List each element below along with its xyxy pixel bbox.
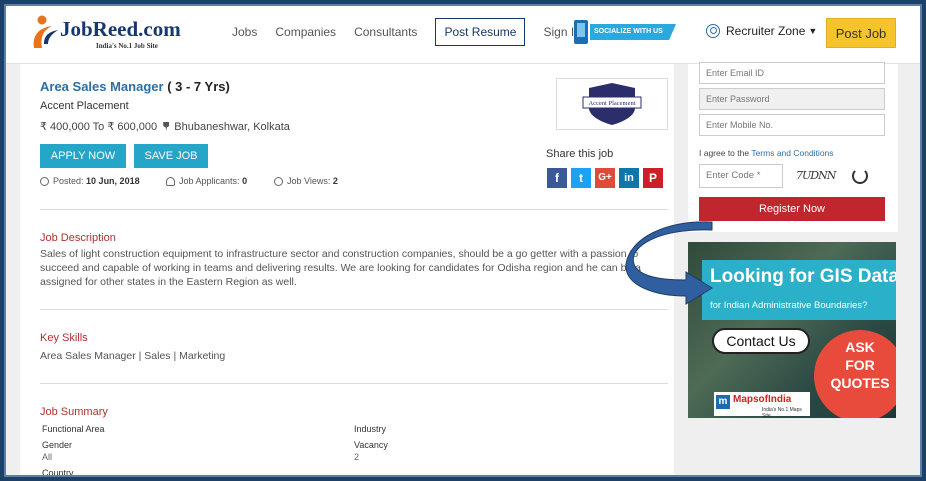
browser-frame: JobReed.com India's No.1 Job Site Jobs C… xyxy=(4,4,922,477)
posted-label: Posted: xyxy=(53,176,84,186)
twitter-icon[interactable]: t xyxy=(571,168,591,188)
summary-item: Functional Area xyxy=(42,424,105,436)
post-job-button[interactable]: Post Job xyxy=(826,18,896,48)
nav-post-resume[interactable]: Post Resume xyxy=(435,18,526,46)
summary-label: Functional Area xyxy=(42,424,105,434)
company-logo-text: Accent Placement xyxy=(588,100,635,107)
register-now-button[interactable]: Register Now xyxy=(699,197,885,221)
summary-label: Vacancy xyxy=(354,440,388,450)
job-summary-title: Job Summary xyxy=(40,406,108,418)
mapsofindia-brand: MapsofIndia xyxy=(733,394,792,405)
facebook-icon[interactable]: f xyxy=(547,168,567,188)
summary-value: All xyxy=(42,452,53,462)
summary-label: Country xyxy=(42,468,74,477)
ad-quote-line: QUOTES xyxy=(830,375,890,391)
job-description-text: Sales of light construction equipment to… xyxy=(40,248,642,288)
salary-location-row: ₹ 400,000 To ₹ 600,000 Bhubaneshwar, Kol… xyxy=(40,120,290,133)
share-label: Share this job xyxy=(546,148,614,160)
site-header: JobReed.com India's No.1 Job Site Jobs C… xyxy=(6,6,920,64)
gis-data-ad[interactable]: Looking for GIS Data for Indian Administ… xyxy=(688,242,896,418)
location-pin-icon xyxy=(163,122,170,131)
ad-contact-button[interactable]: Contact Us xyxy=(712,328,810,354)
salary-range: ₹ 400,000 To ₹ 600,000 xyxy=(40,121,158,133)
apply-now-button[interactable]: APPLY NOW xyxy=(40,144,126,168)
summary-item: Gender All xyxy=(42,440,72,462)
refresh-icon[interactable] xyxy=(852,168,868,184)
site-logo[interactable]: JobReed.com India's No.1 Job Site xyxy=(30,12,200,54)
company-name: Accent Placement xyxy=(40,100,129,112)
key-skills-text: Area Sales Manager | Sales | Marketing xyxy=(40,350,226,362)
company-logo-box[interactable]: Accent Placement xyxy=(556,78,668,130)
captcha-code-field[interactable]: Enter Code * xyxy=(699,164,783,188)
ad-headline: Looking for GIS Data xyxy=(710,266,896,287)
main-nav: Jobs Companies Consultants Post Resume S… xyxy=(232,18,599,46)
views-meta: Job Views: 2 xyxy=(274,176,338,186)
mobile-phone-icon xyxy=(574,20,588,44)
recruiter-zone-dropdown[interactable]: Recruiter Zone ▼ xyxy=(706,24,817,38)
user-icon xyxy=(166,176,175,186)
summary-label: Industry xyxy=(354,424,387,434)
socialize-button[interactable]: SOCIALIZE WITH US xyxy=(574,20,676,44)
google-plus-icon[interactable]: G+ xyxy=(595,168,615,188)
applicants-meta: Job Applicants: 0 xyxy=(166,176,247,186)
divider xyxy=(40,383,668,384)
mapsofindia-logo: m MapsofIndia India's No.1 Maps Site xyxy=(714,392,810,418)
job-detail-card: Area Sales Manager ( 3 - 7 Yrs) Accent P… xyxy=(20,64,674,477)
key-skills-title: Key Skills xyxy=(40,332,88,344)
agree-text: I agree to the xyxy=(699,148,750,158)
clock-icon xyxy=(40,176,49,186)
job-location: Bhubaneshwar, Kolkata xyxy=(174,121,290,133)
ad-quote-line: FOR xyxy=(845,357,875,373)
summary-item: Country xyxy=(42,468,74,477)
search-icon xyxy=(274,176,283,186)
mapsofindia-m-icon: m xyxy=(716,395,730,409)
applicants-count: 0 xyxy=(242,176,248,186)
posted-date: 10 Jun, 2018 xyxy=(86,176,140,186)
nav-consultants[interactable]: Consultants xyxy=(354,19,417,45)
ad-ask-quotes-badge[interactable]: ASK FOR QUOTES xyxy=(814,330,896,418)
nav-jobs[interactable]: Jobs xyxy=(232,19,257,45)
share-icons: f t G+ in P xyxy=(547,168,667,188)
nav-companies[interactable]: Companies xyxy=(275,19,336,45)
password-field[interactable]: Enter Password xyxy=(699,88,885,110)
summary-label: Gender xyxy=(42,440,73,450)
terms-agreement: I agree to the Terms and Conditions xyxy=(699,148,834,158)
job-title-row: Area Sales Manager ( 3 - 7 Yrs) xyxy=(40,79,230,94)
terms-link[interactable]: Terms and Conditions xyxy=(751,148,833,158)
job-title-link[interactable]: Area Sales Manager xyxy=(40,79,164,94)
job-experience: ( 3 - 7 Yrs) xyxy=(167,79,230,94)
register-form: Enter Email ID Enter Password Enter Mobi… xyxy=(688,62,898,232)
captcha-image: 7UDNN xyxy=(796,169,836,182)
divider xyxy=(40,209,668,210)
recruiter-zone-label: Recruiter Zone xyxy=(726,24,806,38)
email-field[interactable]: Enter Email ID xyxy=(699,62,885,84)
brand-tagline: India's No.1 Job Site xyxy=(96,42,158,50)
pinterest-icon[interactable]: P xyxy=(643,168,663,188)
posted-date-meta: Posted: 10 Jun, 2018 xyxy=(40,176,140,186)
ad-quote-line: ASK xyxy=(845,339,875,355)
views-label: Job Views: xyxy=(287,176,331,186)
logo-figure-icon xyxy=(33,15,58,48)
summary-value: 2 xyxy=(354,452,360,462)
views-count: 2 xyxy=(332,176,338,186)
socialize-label: SOCIALIZE WITH US xyxy=(590,24,676,40)
company-shield-logo: Accent Placement xyxy=(582,83,642,125)
chevron-down-icon: ▼ xyxy=(808,26,818,36)
summary-item: Vacancy 2 xyxy=(354,440,388,462)
ad-subline: for Indian Administrative Boundaries? xyxy=(710,300,868,311)
brand-name: JobReed.com xyxy=(60,17,181,41)
mobile-field[interactable]: Enter Mobile No. xyxy=(699,114,885,136)
mapsofindia-tagline: India's No.1 Maps Site xyxy=(762,407,802,418)
job-description-title: Job Description xyxy=(40,232,116,244)
applicants-label: Job Applicants: xyxy=(179,176,240,186)
save-job-button[interactable]: SAVE JOB xyxy=(134,144,208,168)
linkedin-icon[interactable]: in xyxy=(619,168,639,188)
user-circle-icon xyxy=(706,24,720,38)
divider xyxy=(40,309,668,310)
summary-item: Industry xyxy=(354,424,386,436)
